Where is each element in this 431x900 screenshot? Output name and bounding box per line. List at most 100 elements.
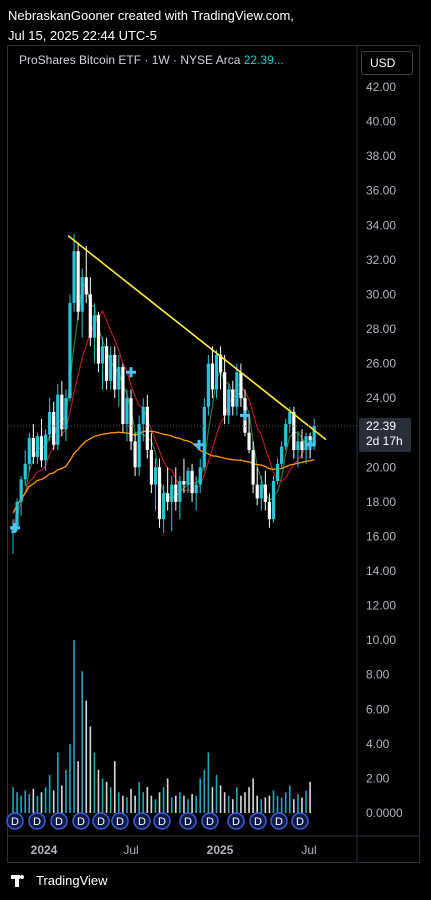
- candle-body: [251, 450, 255, 485]
- volume-bar: [272, 790, 275, 813]
- candle: [280, 441, 284, 468]
- candle: [174, 467, 178, 511]
- dividend-marker: D: [28, 812, 46, 830]
- candle: [214, 349, 219, 399]
- candle-body: [223, 372, 227, 416]
- candle: [35, 432, 40, 464]
- dividend-marker: D: [92, 812, 110, 830]
- x-tick-label: 2025: [207, 843, 234, 857]
- volume-bar: [134, 795, 136, 813]
- candle-body: [292, 411, 296, 450]
- volume-bar: [284, 792, 287, 813]
- candle-body: [182, 481, 186, 485]
- candle-body: [259, 484, 263, 499]
- candle: [194, 475, 198, 511]
- candle: [153, 458, 158, 511]
- volume-bar: [77, 761, 79, 813]
- candle: [72, 233, 76, 312]
- candle: [275, 458, 280, 485]
- candle-body: [60, 394, 64, 430]
- candle-body: [235, 372, 239, 407]
- last-price-tag-countdown: 2d 17h: [366, 434, 403, 448]
- candle-body: [206, 363, 210, 407]
- volume-bar: [187, 799, 189, 813]
- last-price-tag: 22.392d 17h: [359, 417, 411, 452]
- volume-bar: [288, 785, 291, 813]
- candle-body: [170, 484, 174, 502]
- candle-body: [288, 411, 292, 425]
- legend-last-price: 22.39...: [243, 53, 284, 67]
- candle-body: [76, 251, 80, 312]
- y-tick-label: 16.00: [366, 529, 396, 543]
- candle-body: [263, 484, 267, 502]
- volume-bar: [142, 792, 145, 813]
- candle-body: [113, 354, 117, 390]
- price-chart[interactable]: 42.00 40.00 38.00 36.00 34.00 32.00 30.00 28.00…: [0, 0, 431, 900]
- dividend-marker-label: D: [296, 816, 304, 828]
- candle: [178, 475, 182, 520]
- candle-body: [149, 450, 153, 485]
- volume-bar: [268, 795, 271, 813]
- candle-series: [11, 233, 316, 554]
- dividend-marker-label: D: [77, 816, 85, 828]
- volume-bar: [162, 787, 165, 813]
- candle-body: [271, 481, 276, 520]
- candle-body: [296, 441, 300, 450]
- volume-bar: [69, 743, 71, 813]
- volume-bar: [166, 778, 169, 813]
- candle: [117, 354, 121, 407]
- candle: [48, 398, 52, 442]
- volume-bar: [44, 787, 47, 813]
- tradingview-brand: TradingView: [36, 873, 108, 888]
- candle: [137, 415, 141, 476]
- candle: [27, 432, 31, 471]
- dividend-markers: DDDDDDDDDDDDDD: [6, 812, 309, 830]
- currency-button[interactable]: USD: [361, 51, 413, 75]
- candle: [202, 398, 206, 471]
- volume-bar: [118, 792, 120, 813]
- candle: [60, 380, 64, 437]
- volume-bar: [56, 752, 59, 813]
- volume-bar: [227, 795, 230, 813]
- y-tick-label: 26.00: [366, 357, 396, 371]
- candle: [284, 418, 288, 450]
- volume-bar: [223, 792, 226, 813]
- dividend-marker: D: [291, 812, 309, 830]
- candle-body: [157, 467, 162, 520]
- cross-v: [197, 439, 201, 450]
- candle-body: [267, 501, 272, 520]
- y-tick-label: 42.00: [366, 80, 396, 94]
- candle-body: [117, 367, 121, 390]
- candle-body: [178, 481, 182, 502]
- volume-bar: [195, 795, 197, 813]
- candle-body: [27, 437, 31, 464]
- volume-bar: [158, 792, 161, 813]
- tradingview-logo[interactable]: TradingView: [11, 873, 108, 888]
- candle: [113, 346, 117, 399]
- candle-body: [194, 484, 198, 494]
- cross-v: [243, 410, 247, 421]
- candle: [121, 363, 125, 433]
- candle: [304, 432, 308, 464]
- volume-bar: [28, 793, 31, 813]
- volume-bar: [146, 787, 149, 813]
- x-tick-label: 2024: [31, 843, 58, 857]
- candle-body: [153, 467, 158, 485]
- candle-body: [202, 406, 206, 468]
- dividend-marker: D: [179, 812, 197, 830]
- y-tick-label: 24.00: [366, 391, 396, 405]
- candle-body: [137, 424, 141, 468]
- candle: [190, 463, 194, 502]
- candle-body: [43, 434, 48, 461]
- y-tick-label: 4.00: [366, 737, 390, 751]
- candle: [198, 458, 202, 494]
- y-tick-label: 20.00: [366, 460, 396, 474]
- candle-body: [80, 277, 84, 312]
- volume-bar: [175, 795, 177, 813]
- y-tick-label: 12.00: [366, 599, 396, 613]
- volume-bar: [305, 790, 307, 813]
- y-tick-label: 10.00: [366, 633, 396, 647]
- candle: [206, 354, 210, 416]
- dividend-marker: D: [111, 812, 129, 830]
- volume-bar: [219, 785, 222, 813]
